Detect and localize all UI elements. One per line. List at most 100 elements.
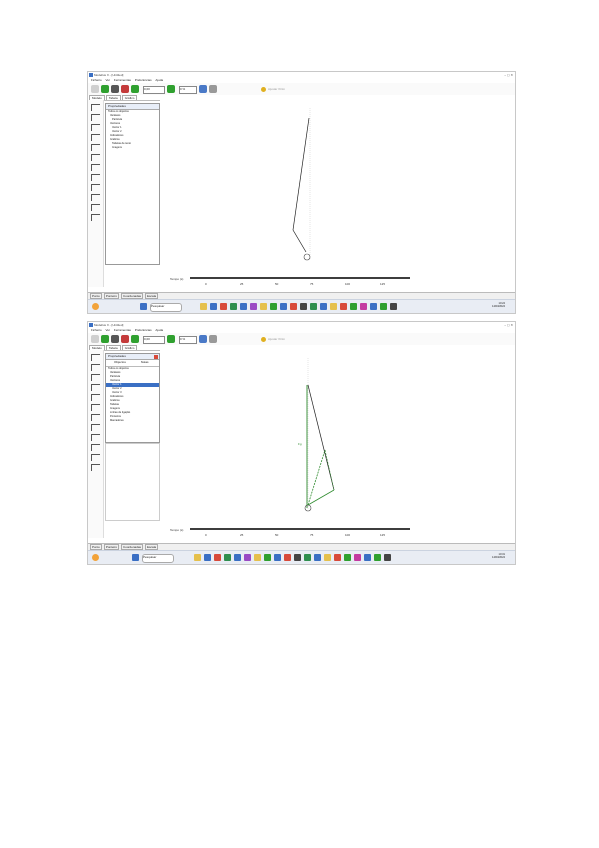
menu-file[interactable]: Ficheiro [91,78,102,82]
app-icon[interactable] [390,303,397,310]
app-icon[interactable] [260,303,267,310]
app-icon[interactable] [224,554,231,561]
tool-icon[interactable] [91,144,100,151]
tool-icon[interactable] [91,434,100,441]
step-icon[interactable] [131,85,139,93]
app-icon[interactable] [240,303,247,310]
app-icon[interactable] [364,554,371,561]
vector-line[interactable] [307,384,335,491]
explorer-icon[interactable] [194,554,201,561]
app-icon[interactable] [210,303,217,310]
tool-icon[interactable] [91,414,100,421]
app-icon[interactable] [294,554,301,561]
weather-icon[interactable] [92,554,99,561]
time-input[interactable]: 0,00 [143,86,165,94]
tool-icon[interactable] [91,124,100,131]
undo-icon[interactable] [91,335,99,343]
tool-icon[interactable] [91,174,100,181]
app-icon[interactable] [350,303,357,310]
app-icon[interactable] [340,303,347,310]
clock[interactable]: 10:31 14/03/2024 [492,553,505,559]
menu-prefs[interactable]: Preferências [135,78,152,82]
tool-icon[interactable] [91,204,100,211]
zoom-input[interactable]: 0 % [179,86,197,94]
tool-icon[interactable] [91,114,100,121]
app-icon[interactable] [384,554,391,561]
tool-icon[interactable] [91,444,100,451]
app-icon[interactable] [330,303,337,310]
tab-graph[interactable]: Gráfico [121,345,138,350]
time-input[interactable]: 0,00 [143,336,165,344]
drawing-canvas[interactable]: Fg Tempo (s) 0 25 50 75 100 125 [160,350,515,538]
app-icon[interactable] [334,554,341,561]
menu-tools[interactable]: Ferramentas [114,78,131,82]
app-icon[interactable] [290,303,297,310]
app-icon[interactable] [370,303,377,310]
menu-help[interactable]: Ajuda [155,328,163,332]
step-icon[interactable] [131,335,139,343]
app-icon[interactable] [264,554,271,561]
menu-view[interactable]: Ver [106,78,111,82]
tree-item[interactable]: Imagens [106,146,159,150]
screen-icon[interactable] [199,85,207,93]
particle[interactable] [303,253,311,261]
app-icon[interactable] [244,554,251,561]
vector-line[interactable] [292,117,310,231]
menu-file[interactable]: Ficheiro [91,328,102,332]
tool-icon[interactable] [91,384,100,391]
tool-icon[interactable] [91,404,100,411]
app-icon[interactable] [214,554,221,561]
app-icon[interactable] [374,554,381,561]
app-icon[interactable] [270,303,277,310]
app-icon[interactable] [310,303,317,310]
panel-tab-objects[interactable]: Objectos [114,360,126,364]
vector-line[interactable] [292,229,307,253]
grid-icon[interactable] [209,85,217,93]
app-icon[interactable] [220,303,227,310]
app-icon[interactable] [280,303,287,310]
tool-icon[interactable] [91,184,100,191]
app-icon[interactable] [274,554,281,561]
window-controls[interactable]: – ▢ ✕ [504,73,513,77]
tool-icon[interactable] [91,214,100,221]
weather-icon[interactable] [92,303,99,310]
drawing-canvas[interactable]: Tempo (s) 0 25 50 75 100 125 [160,100,515,287]
window-controls[interactable]: – ▢ ✕ [504,323,513,327]
tool-icon[interactable] [91,364,100,371]
panel-tab-notes[interactable]: Notas [141,360,149,364]
forward-icon[interactable] [167,85,175,93]
menu-prefs[interactable]: Preferências [135,328,152,332]
stop-icon[interactable] [121,85,129,93]
stop-icon[interactable] [121,335,129,343]
app-icon[interactable] [230,303,237,310]
zoom-input[interactable]: 0 % [179,336,197,344]
tab-table[interactable]: Tabela [105,345,121,350]
play-icon[interactable] [101,85,109,93]
screen-icon[interactable] [199,335,207,343]
app-icon[interactable] [314,554,321,561]
tab-graph[interactable]: Gráfico [121,95,138,100]
camera-icon[interactable] [111,85,119,93]
menu-help[interactable]: Ajuda [155,78,163,82]
start-icon[interactable] [132,554,139,561]
close-icon[interactable] [154,354,158,359]
play-icon[interactable] [101,335,109,343]
forward-icon[interactable] [167,335,175,343]
app-icon[interactable] [320,303,327,310]
app-icon[interactable] [254,554,261,561]
tool-icon[interactable] [91,454,100,461]
tab-table[interactable]: Tabela [105,95,121,100]
app-icon[interactable] [354,554,361,561]
start-icon[interactable] [140,303,147,310]
tool-icon[interactable] [91,374,100,381]
app-icon[interactable] [250,303,257,310]
taskbar-search[interactable]: Pesquisar [142,554,174,563]
tool-icon[interactable] [91,164,100,171]
grid-icon[interactable] [209,335,217,343]
tool-icon[interactable] [91,394,100,401]
undo-icon[interactable] [91,85,99,93]
camera-icon[interactable] [111,335,119,343]
menu-tools[interactable]: Ferramentas [114,328,131,332]
tool-icon[interactable] [91,104,100,111]
tool-icon[interactable] [91,194,100,201]
